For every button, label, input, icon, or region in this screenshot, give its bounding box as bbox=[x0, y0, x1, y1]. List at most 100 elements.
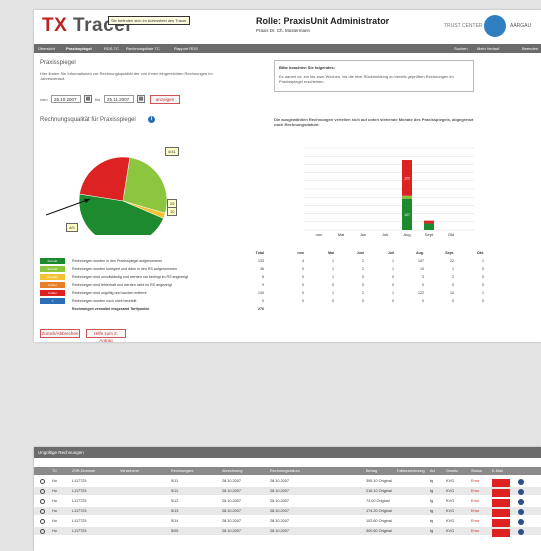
legend-row: Korrekt Rechnungen wurden in den Praxissp… bbox=[40, 258, 530, 264]
col-email: E-Mail bbox=[492, 469, 503, 473]
bar-x-tick-label: Okt bbox=[448, 232, 455, 237]
nav-item-rds-tc[interactable]: RDS-TC bbox=[104, 46, 119, 51]
header: TX Tracer Sie befinden sich im Adressfel… bbox=[34, 10, 541, 42]
col-aug: Aug. bbox=[416, 251, 424, 255]
magnifier-icon[interactable] bbox=[40, 489, 45, 494]
table-cell: 5/13 bbox=[171, 509, 179, 513]
nav-item-rapport[interactable]: Rapport RDS bbox=[174, 46, 198, 51]
nav-item-verlauf[interactable]: Mein Verlauf bbox=[477, 46, 499, 51]
calendar-icon[interactable]: ▦ bbox=[84, 95, 92, 103]
table-row[interactable]: Ho L117725 5/11 28.10.2007 28.10.2007 395.10 … bbox=[34, 477, 541, 487]
email-status-cell[interactable] bbox=[492, 509, 510, 517]
legend-value: 1 bbox=[392, 259, 394, 263]
bar-x-labels: non Mai Jun Juli Aug Sept Okt bbox=[316, 232, 455, 237]
disk-icon[interactable] bbox=[518, 499, 524, 505]
legend-label: Rechnungen wurden in den Praxisspiegel a… bbox=[72, 259, 163, 263]
legend-table: Total non Mai Juni Juli Aug. Sept. Okt. … bbox=[40, 250, 530, 335]
email-status-cell[interactable] bbox=[492, 489, 510, 497]
table-row[interactable]: Ho L117725 5/13 28.10.2007 28.10.2007 174.20 … bbox=[34, 507, 541, 517]
col-betrag: Betrag bbox=[366, 469, 378, 473]
magnifier-icon[interactable] bbox=[40, 509, 45, 514]
legend-value: 9 bbox=[262, 283, 264, 287]
pie-slice bbox=[79, 156, 131, 202]
bar-x-tick-label: Aug bbox=[403, 232, 410, 237]
legend-value: 276 bbox=[258, 307, 264, 311]
magnifier-icon[interactable] bbox=[40, 479, 45, 484]
email-status-cell[interactable] bbox=[492, 529, 510, 537]
table-row[interactable]: Ho L117725 5/11 28.10.2007 28.10.2007 216.10 … bbox=[34, 487, 541, 497]
legend-tag: Korrekt bbox=[40, 266, 65, 272]
legend-value: 2 bbox=[362, 267, 364, 271]
nav-item-beenden[interactable]: Beenden bbox=[522, 46, 538, 51]
table-cell: 28.10.2007 bbox=[222, 519, 242, 523]
magnifier-icon[interactable] bbox=[40, 529, 45, 534]
legend-value: 107 bbox=[418, 259, 424, 263]
von-date-input[interactable]: 25.10.2007 bbox=[51, 95, 81, 103]
info-icon[interactable]: i bbox=[148, 116, 155, 123]
table-cell: Ho bbox=[52, 519, 57, 523]
pie-label-4: 4/5 bbox=[66, 223, 78, 232]
nav-item-rechnungsliste[interactable]: Rechnungsliste TC bbox=[126, 46, 160, 51]
legend-value: 0 bbox=[422, 283, 424, 287]
disk-icon[interactable] bbox=[518, 489, 524, 495]
magnifier-icon[interactable] bbox=[40, 499, 45, 504]
disk-icon[interactable] bbox=[518, 529, 524, 535]
next-button[interactable]: Hilfe zum 2. Antrag bbox=[86, 329, 126, 342]
chart-title: Rechnungsqualität für Praxisspiegel bbox=[40, 117, 136, 123]
praxisspiegel-window: TX Tracer Sie befinden sich im Adressfel… bbox=[34, 10, 541, 342]
main-nav: Übersicht Praxisspiegel RDS-TC Rechnungs… bbox=[34, 44, 541, 53]
bar-segment bbox=[402, 195, 412, 199]
col-fallbez: Fallbezeichnung bbox=[397, 469, 425, 473]
legend-value: 0 bbox=[332, 299, 334, 303]
nav-item-praxisspiegel[interactable]: Praxisspiegel bbox=[66, 46, 92, 51]
col-total: Total bbox=[255, 251, 264, 255]
legend-value: 1 bbox=[332, 259, 334, 263]
info-text: Es dauert ca. ein bis zwei Wochen, bis d… bbox=[279, 74, 454, 84]
legend-value: 2 bbox=[362, 291, 364, 295]
col-zsr: ZSR-Nummer bbox=[72, 469, 96, 473]
table-cell: KVG bbox=[446, 529, 455, 533]
table-cell: 102.60 Original bbox=[366, 519, 392, 523]
disk-icon[interactable] bbox=[518, 509, 524, 515]
table-cell: 28.10.2007 bbox=[270, 499, 290, 503]
col-sept: Sept. bbox=[445, 251, 454, 255]
legend-value: 1 bbox=[392, 267, 394, 271]
bar-chart: 107 122 non Mai Jun Juli Aug Sept Okt bbox=[304, 147, 474, 237]
table-cell: 28.10.2007 bbox=[270, 519, 290, 523]
nav-item-uebersicht[interactable]: Übersicht bbox=[38, 46, 55, 51]
table-row[interactable]: Ho L117725 5/12 28.10.2007 28.10.2007 73.00 O… bbox=[34, 497, 541, 507]
aargau-label: AARGAU bbox=[510, 23, 532, 29]
table-row[interactable]: Ho L117725 5/14 28.10.2007 28.10.2007 102.60 … bbox=[34, 517, 541, 527]
legend-tag: Unvollst. bbox=[40, 274, 65, 280]
email-status-cell[interactable] bbox=[492, 519, 510, 527]
legend-value: 0 bbox=[392, 299, 394, 303]
table-cell: L117725 bbox=[72, 479, 87, 483]
disk-icon[interactable] bbox=[518, 479, 524, 485]
legend-value: 0 bbox=[362, 275, 364, 279]
bar-x-tick-label: Jun bbox=[360, 232, 366, 237]
calendar-icon[interactable]: ▦ bbox=[137, 95, 145, 103]
table-row[interactable]: Ho L117725 5/05 28.10.2007 28.10.2007 300.60 … bbox=[34, 527, 541, 537]
disk-icon[interactable] bbox=[518, 519, 524, 525]
bar-x-tick-label: Juli bbox=[382, 232, 388, 237]
legend-label: Rechnungen wurden korrigiert und dann in… bbox=[72, 267, 177, 271]
table-cell: Error bbox=[471, 479, 480, 483]
table-cell: tg bbox=[430, 519, 434, 523]
table-cell: Ho bbox=[52, 479, 57, 483]
table-cell: KVG bbox=[446, 479, 455, 483]
col-abrechnung: Abrechnung bbox=[222, 469, 243, 473]
legend-value: 0 bbox=[482, 267, 484, 271]
anzeigen-button[interactable]: anzeigen bbox=[150, 95, 180, 104]
bis-date-input[interactable]: 25.11.2007 bbox=[104, 95, 134, 103]
magnifier-icon[interactable] bbox=[40, 519, 45, 524]
info-box: Bitte beachten Sie folgendes: Es dauert … bbox=[274, 60, 474, 92]
legend-row: Fehler Rechnungen sind ungültig und wurde… bbox=[40, 290, 530, 296]
email-status-cell[interactable] bbox=[492, 499, 510, 507]
table-cell: 5/05 bbox=[171, 529, 179, 533]
back-button[interactable]: Zurück/Abbrechen bbox=[40, 329, 80, 338]
table-cell: 5/12 bbox=[171, 499, 179, 503]
legend-value: 0 bbox=[302, 299, 304, 303]
table-cell: 28.10.2007 bbox=[222, 489, 242, 493]
email-status-cell[interactable] bbox=[492, 479, 510, 487]
nav-item-suchen[interactable]: Suchen bbox=[454, 46, 468, 51]
